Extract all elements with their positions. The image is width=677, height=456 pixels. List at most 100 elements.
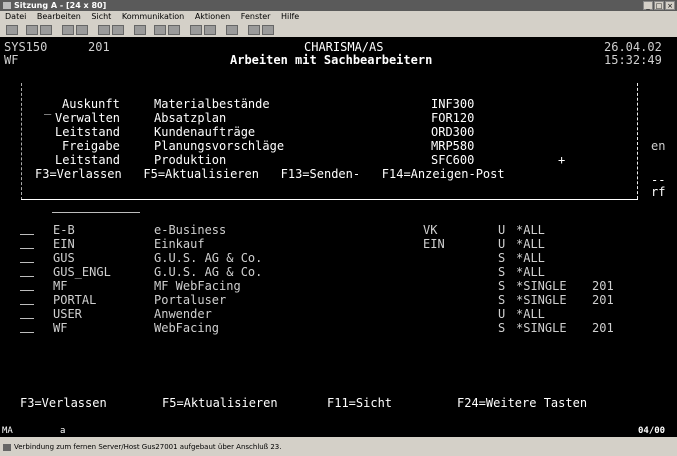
menu-aktionen[interactable]: Aktionen (195, 12, 230, 21)
option-field[interactable] (20, 248, 34, 249)
popup-function-keys[interactable]: F3=Verlassen F5=Aktualisieren F13=Senden… (35, 167, 505, 181)
row-desc: Einkauf (154, 237, 205, 251)
menu-bearbeiten[interactable]: Bearbeiten (37, 12, 81, 21)
popup-code[interactable]: FOR120 (431, 111, 474, 125)
keyboard-icon[interactable] (112, 25, 124, 35)
popup-action[interactable]: Auskunft (62, 97, 120, 111)
print-icon[interactable] (6, 25, 18, 35)
help-icon[interactable] (226, 25, 238, 35)
copy-icon[interactable] (26, 25, 38, 35)
right-fragment-rf: rf (651, 185, 666, 199)
menu-datei[interactable]: Datei (5, 12, 26, 21)
row-flag: S (498, 265, 506, 279)
title-bar: Sitzung A - [24 x 80] _ □ × (0, 0, 677, 11)
receive-icon[interactable] (76, 25, 88, 35)
option-field[interactable] (20, 318, 34, 319)
popup-desc[interactable]: Produktion (154, 153, 226, 167)
popup-code[interactable]: MRP580 (431, 139, 474, 153)
maximize-button[interactable]: □ (654, 1, 664, 10)
menu-fenster[interactable]: Fenster (241, 12, 271, 21)
popup-code[interactable]: SFC600 (431, 153, 474, 167)
menu-kommunikation[interactable]: Kommunikation (122, 12, 184, 21)
row-flag: U (498, 223, 506, 237)
row-flag: S (498, 279, 506, 293)
window-title: Sitzung A - [24 x 80] (14, 1, 107, 10)
popup-action[interactable]: Verwalten (55, 111, 120, 125)
cursor-position: 04/00 (638, 426, 666, 436)
option-field[interactable] (20, 304, 34, 305)
popup-desc[interactable]: Planungsvorschläge (154, 139, 284, 153)
connection-icon (3, 444, 11, 451)
oia-session: a (60, 426, 66, 436)
page-title: Arbeiten mit Sachbearbeitern (230, 53, 433, 67)
popup-cursor[interactable]: _ (44, 101, 51, 115)
time: 15:32:49 (604, 53, 662, 67)
paste-icon[interactable] (40, 25, 52, 35)
row-flag: S (498, 293, 506, 307)
colors-icon[interactable] (204, 25, 216, 35)
option-field[interactable] (20, 234, 34, 235)
row-id: E-B (53, 223, 75, 237)
option-field[interactable] (20, 262, 34, 263)
user-id: WF (4, 53, 19, 67)
row-profile: *SINGLE (516, 293, 567, 307)
oia-indicator: MA (2, 426, 13, 436)
row-dept: EIN (423, 237, 445, 251)
row-desc: G.U.S. AG & Co. (154, 265, 263, 279)
app-name: CHARISMA/AS (304, 40, 384, 54)
close-button[interactable]: × (665, 1, 675, 10)
row-id: EIN (53, 237, 75, 251)
display-icon[interactable] (98, 25, 110, 35)
menu-bar: Datei Bearbeiten Sicht Kommunikation Akt… (0, 11, 677, 23)
macro-record-icon[interactable] (134, 25, 146, 35)
globe-icon[interactable] (248, 25, 260, 35)
row-profile: *ALL (516, 223, 545, 237)
row-profile: *SINGLE (516, 279, 567, 293)
macro-play-icon[interactable] (154, 25, 166, 35)
terminal-screen[interactable]: SYS150 201 CHARISMA/AS 26.04.02 WF Arbei… (0, 37, 677, 437)
date: 26.04.02 (604, 40, 662, 54)
f5-key[interactable]: F5=Aktualisieren (162, 396, 278, 410)
connection-status: Verbindung zum fernen Server/Host Gus270… (14, 443, 282, 451)
popup-desc[interactable]: Absatzplan (154, 111, 226, 125)
popup-action[interactable]: Leitstand (55, 125, 120, 139)
row-profile: *SINGLE (516, 321, 567, 335)
row-flag: S (498, 251, 506, 265)
row-desc: Anwender (154, 307, 212, 321)
edit-icon[interactable] (262, 25, 274, 35)
option-field[interactable] (20, 332, 34, 333)
popup-desc[interactable]: Materialbestände (154, 97, 270, 111)
f11-key[interactable]: F11=Sicht (327, 396, 392, 410)
row-num: 201 (592, 279, 614, 293)
menu-hilfe[interactable]: Hilfe (281, 12, 299, 21)
macro-stop-icon[interactable] (168, 25, 180, 35)
f3-key[interactable]: F3=Verlassen (20, 396, 107, 410)
option-field[interactable] (20, 276, 34, 277)
row-id: GUS (53, 251, 75, 265)
option-field[interactable] (20, 290, 34, 291)
popup-code[interactable]: INF300 (431, 97, 474, 111)
toolbar (0, 23, 677, 37)
f24-key[interactable]: F24=Weitere Tasten (457, 396, 587, 410)
row-flag: S (498, 321, 506, 335)
settings-icon[interactable] (190, 25, 202, 35)
popup-desc[interactable]: Kundenaufträge (154, 125, 255, 139)
menu-sicht[interactable]: Sicht (91, 12, 111, 21)
window-controls: _ □ × (643, 1, 675, 10)
send-icon[interactable] (62, 25, 74, 35)
filter-input-line[interactable] (52, 212, 140, 213)
row-num: 201 (592, 293, 614, 307)
row-desc: e-Business (154, 223, 227, 237)
popup-code[interactable]: ORD300 (431, 125, 474, 139)
system-name: SYS150 (4, 40, 48, 54)
popup-action[interactable]: Leitstand (55, 153, 120, 167)
row-id: USER (53, 307, 82, 321)
row-id: WF (53, 321, 68, 335)
minimize-button[interactable]: _ (643, 1, 653, 10)
row-profile: *ALL (516, 307, 545, 321)
row-profile: *ALL (516, 265, 545, 279)
row-num: 201 (592, 321, 614, 335)
more-indicator: + (558, 153, 566, 167)
popup-action[interactable]: Freigabe (62, 139, 120, 153)
row-id: MF (53, 279, 68, 293)
